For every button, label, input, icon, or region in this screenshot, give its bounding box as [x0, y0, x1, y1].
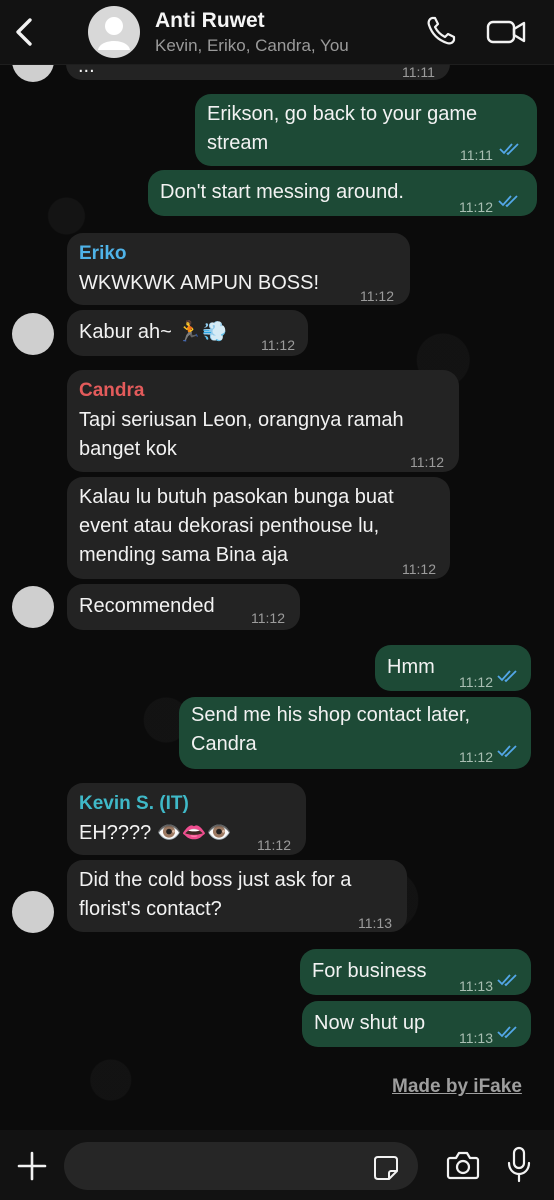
message-text-line: banget kok: [79, 438, 177, 460]
message-bubble[interactable]: Did the cold boss just ask for a florist…: [67, 860, 407, 932]
message-text-line: Did the cold boss just ask for a: [79, 869, 352, 891]
message-bubble[interactable]: Eriko WKWKWK AMPUN BOSS! 11:12: [67, 233, 410, 305]
sender-name[interactable]: Kevin S. (IT): [79, 789, 189, 818]
message-text-line: Candra: [191, 733, 257, 755]
watermark-text: Made by iFake: [392, 1076, 522, 1097]
message-text-line: Send me his shop contact later,: [191, 704, 471, 726]
message-text-line: mending sama Bina aja: [79, 544, 289, 566]
read-tick-icon: [499, 143, 519, 156]
read-tick-icon: [497, 745, 517, 758]
message-input-bar: [0, 1130, 554, 1200]
message-text-line: florist's contact?: [79, 898, 222, 920]
message-bubble[interactable]: Recommended 11:12: [67, 584, 300, 630]
message-time: 11:12: [402, 561, 436, 577]
message-bubble[interactable]: Now shut up 11:13: [302, 1001, 531, 1047]
message-bubble[interactable]: For business 11:13: [300, 949, 531, 995]
group-avatar[interactable]: [88, 6, 140, 58]
sender-name[interactable]: Candra: [79, 376, 144, 405]
sender-avatar[interactable]: [12, 313, 54, 355]
message-time: 11:12: [459, 199, 493, 215]
message-text-line: stream: [207, 132, 269, 154]
message-bubble[interactable]: Send me his shop contact later, Candra 1…: [179, 697, 531, 769]
group-title[interactable]: Anti Ruwet: [155, 9, 265, 33]
message-time: 11:12: [360, 288, 394, 304]
message-time: 11:13: [459, 1030, 493, 1046]
phone-call-icon[interactable]: [424, 14, 458, 48]
group-members[interactable]: Kevin, Eriko, Candra, You: [155, 36, 349, 56]
message-text: EH???? 👁️👄👁️: [79, 822, 232, 844]
message-time: 11:12: [251, 610, 285, 626]
message-bubble[interactable]: Don't start messing around. 11:12: [148, 170, 537, 216]
message-bubble[interactable]: Kabur ah~ 🏃💨 11:12: [67, 310, 308, 356]
video-call-icon[interactable]: [486, 16, 528, 48]
plus-icon[interactable]: [16, 1150, 48, 1182]
message-text: Hmm: [387, 656, 435, 678]
microphone-icon[interactable]: [506, 1146, 532, 1184]
group-avatar-icon: [98, 17, 130, 50]
message-time: 11:11: [460, 147, 493, 163]
read-tick-icon: [497, 670, 517, 683]
sender-avatar[interactable]: [12, 891, 54, 933]
message-bubble[interactable]: Erikson, go back to your game stream 11:…: [195, 94, 537, 166]
read-tick-icon: [497, 974, 517, 987]
message-input[interactable]: [64, 1142, 418, 1190]
back-chevron-icon[interactable]: [10, 14, 38, 50]
message-text: Now shut up: [314, 1012, 426, 1034]
message-time: 11:12: [459, 749, 493, 765]
message-text-line: Kalau lu butuh pasokan bunga buat: [79, 486, 394, 508]
sticker-icon[interactable]: [372, 1154, 400, 1182]
message-bubble[interactable]: Kevin S. (IT) EH???? 👁️👄👁️ 11:12: [67, 783, 306, 855]
message-time: 11:12: [257, 837, 291, 853]
camera-icon[interactable]: [446, 1150, 480, 1180]
message-text-line: Erikson, go back to your game: [207, 103, 478, 125]
message-time: 11:12: [410, 454, 444, 470]
message-bubble[interactable]: Hmm 11:12: [375, 645, 531, 691]
message-text: For business: [312, 960, 427, 982]
read-tick-icon: [498, 195, 518, 208]
read-tick-icon: [497, 1026, 517, 1039]
message-list[interactable]: ... 11:11 Erikson, go back to your game …: [0, 0, 554, 1130]
message-text-line: Tapi seriusan Leon, orangnya ramah: [79, 409, 404, 431]
sender-name[interactable]: Eriko: [79, 239, 127, 268]
message-text: Don't start messing around.: [160, 181, 404, 203]
message-text-line: event atau dekorasi penthouse lu,: [79, 515, 380, 537]
message-time: 11:13: [358, 915, 392, 931]
message-text: WKWKWK AMPUN BOSS!: [79, 272, 320, 294]
sender-avatar[interactable]: [12, 586, 54, 628]
message-bubble[interactable]: Candra Tapi seriusan Leon, orangnya rama…: [67, 370, 459, 472]
message-time: 11:12: [261, 337, 295, 353]
message-bubble[interactable]: Kalau lu butuh pasokan bunga buat event …: [67, 477, 450, 579]
message-text: Kabur ah~ 🏃💨: [79, 321, 228, 343]
message-text: Recommended: [79, 595, 215, 617]
message-time: 11:12: [459, 674, 493, 690]
chat-header: Anti Ruwet Kevin, Eriko, Candra, You: [0, 0, 554, 65]
message-time: 11:13: [459, 978, 493, 994]
